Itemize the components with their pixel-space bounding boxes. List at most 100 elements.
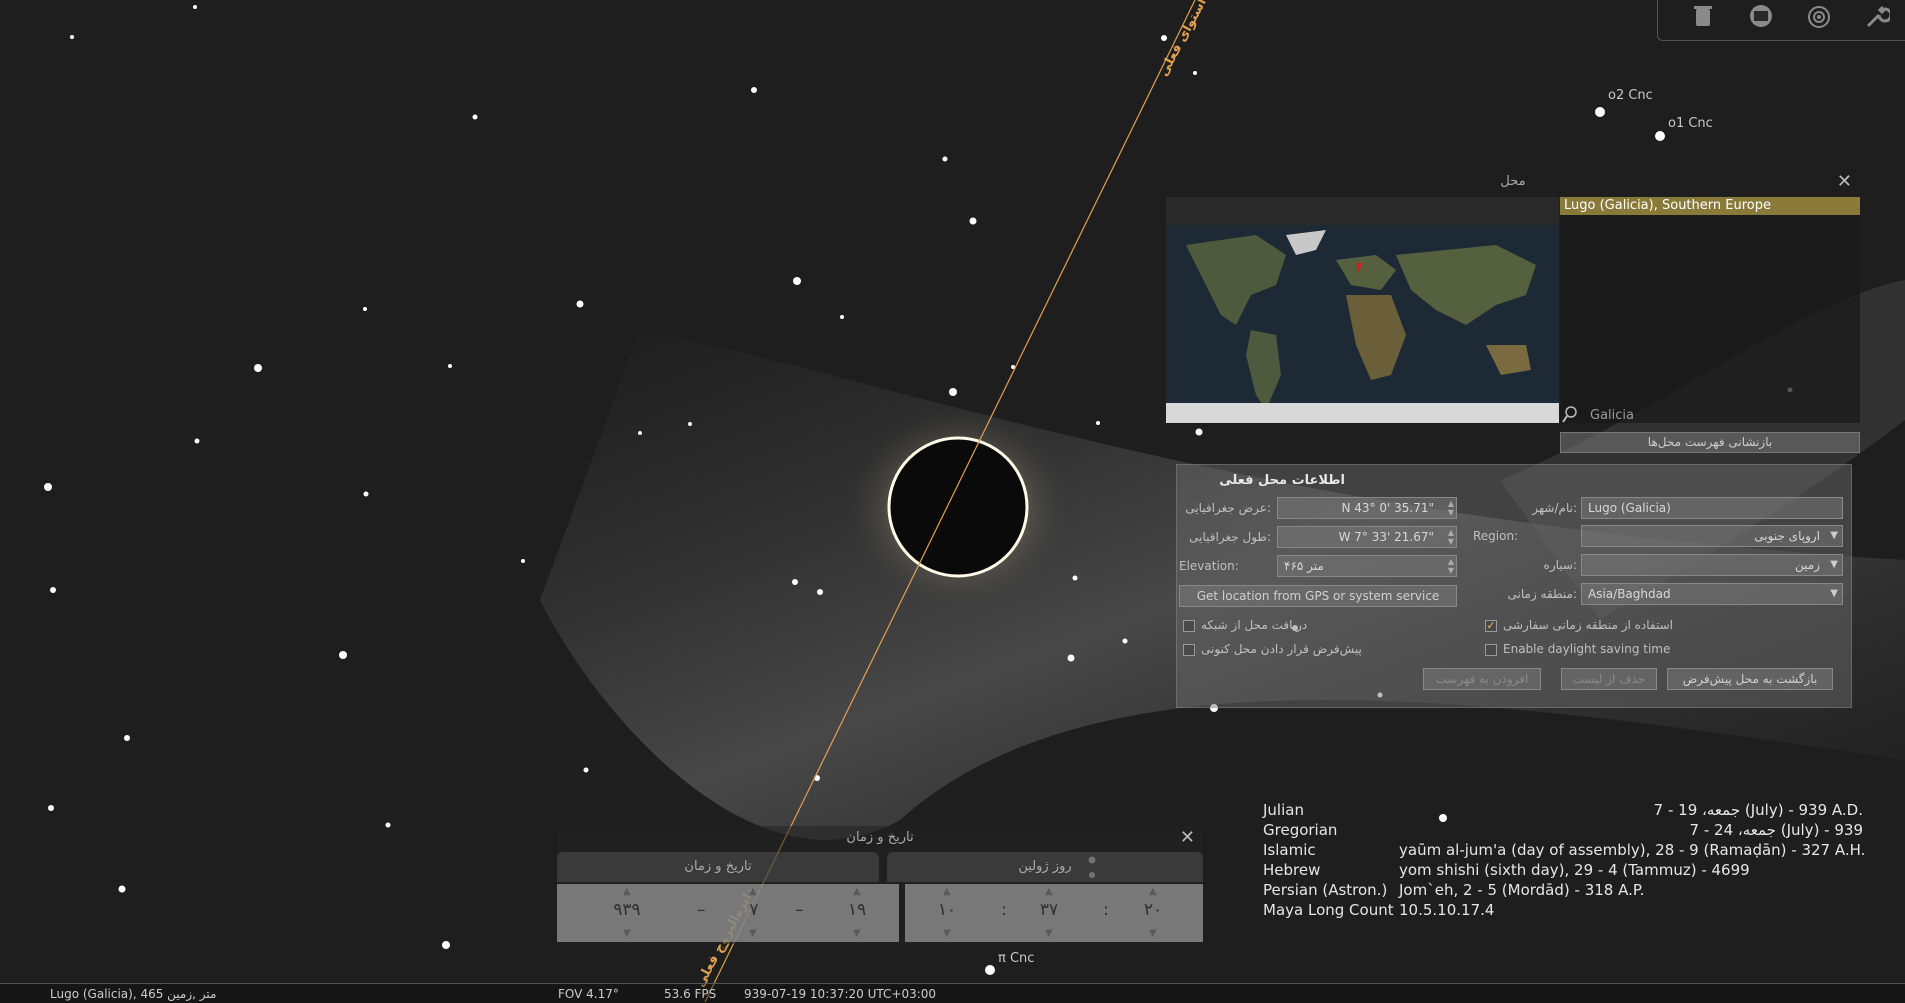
latitude-value: N 43° 0' 35.71" bbox=[1341, 501, 1435, 515]
location-list[interactable]: Lugo (Galicia), Southern Europe bbox=[1560, 197, 1860, 423]
screen-icon[interactable] bbox=[1746, 4, 1776, 34]
month-up-icon[interactable]: ▲ bbox=[749, 886, 757, 897]
tab-julian-day[interactable]: روز ژولین bbox=[887, 852, 1203, 882]
time-box: ▲ ۱۰ ▼ : ▲ ۳۷ ▼ : ▲ ۲۰ ▼ bbox=[905, 884, 1203, 942]
date-separator: – bbox=[795, 900, 804, 920]
calendar-value: 10.5.10.17.4 bbox=[1399, 901, 1495, 919]
reset-location-list-button[interactable]: بازنشانی فهرست محل‌ها bbox=[1560, 432, 1860, 453]
status-datetime: 939-07-19 10:37:20 UTC+03:00 bbox=[744, 987, 937, 1001]
name-value: Lugo (Galicia) bbox=[1588, 501, 1671, 515]
search-input[interactable]: Galicia bbox=[1590, 408, 1634, 423]
minute-value[interactable]: ۳۷ bbox=[1031, 900, 1067, 920]
second-value[interactable]: ۲۰ bbox=[1135, 900, 1171, 920]
minute-down-icon[interactable]: ▼ bbox=[1045, 928, 1053, 939]
day-up-icon[interactable]: ▲ bbox=[853, 886, 861, 897]
month-down-icon[interactable]: ▼ bbox=[749, 928, 757, 939]
calendar-name: Maya Long Count bbox=[1263, 901, 1394, 919]
close-icon[interactable]: ✕ bbox=[1180, 827, 1195, 849]
longitude-label: طول جغرافیایی: bbox=[1189, 530, 1271, 544]
calendar-value: جمعه، 19 - 7 (July) - 939 A.D. bbox=[1653, 801, 1863, 819]
return-default-location-button[interactable]: بازگشت به محل پیش‌فرض bbox=[1667, 668, 1833, 690]
year-up-icon[interactable]: ▲ bbox=[623, 886, 631, 897]
trash-icon[interactable] bbox=[1688, 4, 1718, 34]
minute-up-icon[interactable]: ▲ bbox=[1045, 886, 1053, 897]
chevron-down-icon: ▼ bbox=[1830, 588, 1838, 599]
top-toolbar bbox=[1657, 0, 1905, 41]
status-bar: Lugo (Galicia), 465 متر ,زمین FOV 4.17° … bbox=[0, 983, 1905, 1003]
elevation-field[interactable]: ۴۶۵ متر ▲ ▼ bbox=[1277, 555, 1457, 577]
status-fps: 53.6 FPS bbox=[664, 987, 717, 1001]
name-field[interactable]: Lugo (Galicia) bbox=[1581, 497, 1843, 519]
spinner-icon[interactable]: ▲ ▼ bbox=[1448, 557, 1454, 575]
planet-value: زمین bbox=[1795, 558, 1820, 572]
name-label: نام/شهر: bbox=[1532, 501, 1577, 515]
year-down-icon[interactable]: ▼ bbox=[623, 928, 631, 939]
calendar-name: Islamic bbox=[1263, 841, 1316, 859]
second-up-icon[interactable]: ▲ bbox=[1149, 886, 1157, 897]
elevation-label: Elevation: bbox=[1179, 559, 1239, 573]
custom-timezone-checkbox[interactable]: ✓ bbox=[1485, 620, 1497, 632]
eclipsed-sun bbox=[887, 436, 1029, 578]
longitude-value: W 7° 33' 21.67" bbox=[1338, 530, 1434, 544]
longitude-field[interactable]: W 7° 33' 21.67" ▲ ▼ bbox=[1277, 526, 1457, 548]
year-value[interactable]: ۹۳۹ bbox=[607, 900, 647, 920]
spinner-icon[interactable]: ▲ ▼ bbox=[1448, 499, 1454, 517]
calendar-name: Gregorian bbox=[1263, 821, 1338, 839]
location-window: محل ✕ Lugo (Galicia), Southern Europe Ga… bbox=[1166, 170, 1860, 710]
calendar-row-julian: Julian جمعه، 19 - 7 (July) - 939 A.D. bbox=[1263, 801, 1863, 821]
calendar-name: Persian (Astron.) bbox=[1263, 881, 1388, 899]
delete-from-list-button[interactable]: حذف از لیست bbox=[1561, 668, 1657, 690]
tab-date-time[interactable]: تاریخ و زمان bbox=[557, 852, 879, 882]
custom-timezone-label: استفاده از منطقه زمانی سفارشی bbox=[1503, 618, 1674, 632]
current-location-heading: اطلاعات محل فعلی bbox=[1219, 473, 1345, 488]
calendars-info: Julian جمعه، 19 - 7 (July) - 939 A.D. Gr… bbox=[1263, 801, 1865, 921]
target-icon[interactable] bbox=[1804, 4, 1834, 34]
daylight-saving-label: Enable daylight saving time bbox=[1503, 642, 1671, 656]
calendar-row-islamic: Islamic yaūm al-jum'a (day of assembly),… bbox=[1263, 841, 1865, 861]
region-select[interactable]: اروپای جنوبی ▼ bbox=[1581, 525, 1843, 547]
hour-value[interactable]: ۱۰ bbox=[929, 900, 965, 920]
month-value[interactable]: ۷ bbox=[737, 900, 771, 920]
planet-label: سیاره: bbox=[1543, 558, 1577, 572]
spinner-icon[interactable]: ▲ ▼ bbox=[1448, 528, 1454, 546]
date-separator: – bbox=[697, 900, 706, 920]
add-to-list-button[interactable]: افزودن به فهرست bbox=[1423, 668, 1541, 690]
location-window-title: محل bbox=[1500, 174, 1526, 189]
latitude-field[interactable]: N 43° 0' 35.71" ▲ ▼ bbox=[1277, 497, 1457, 519]
hour-down-icon[interactable]: ▼ bbox=[943, 928, 951, 939]
close-icon[interactable]: ✕ bbox=[1837, 171, 1852, 193]
star-label-o2-cnc: o2 Cnc bbox=[1608, 88, 1653, 103]
hour-up-icon[interactable]: ▲ bbox=[943, 886, 951, 897]
time-separator: : bbox=[1103, 900, 1109, 920]
calendar-row-gregorian: Gregorian جمعه، 24 - 7 (July) - 939 bbox=[1263, 821, 1863, 841]
calendar-row-hebrew: Hebrew yom shishi (sixth day), 29 - 4 (T… bbox=[1263, 861, 1863, 881]
datetime-window-title: تاریخ و زمان bbox=[846, 830, 914, 845]
network-location-checkbox[interactable] bbox=[1183, 620, 1195, 632]
star-label-o1-cnc: o1 Cnc bbox=[1668, 116, 1713, 131]
default-location-checkbox[interactable] bbox=[1183, 644, 1195, 656]
second-down-icon[interactable]: ▼ bbox=[1149, 928, 1157, 939]
location-search: Galicia bbox=[1560, 406, 1860, 428]
wrench-icon[interactable] bbox=[1862, 4, 1893, 34]
status-fov: FOV 4.17° bbox=[558, 987, 619, 1001]
calendar-value: Jom`eh, 2 - 5 (Mordād) - 318 A.P. bbox=[1399, 881, 1645, 899]
daylight-saving-checkbox[interactable] bbox=[1485, 644, 1497, 656]
calendar-name: Julian bbox=[1263, 801, 1304, 819]
default-location-label: پیش‌فرض قرار دادن محل کنونی bbox=[1201, 642, 1362, 656]
datetime-window: تاریخ و زمان ✕ تاریخ و زمان روز ژولین ▲ … bbox=[557, 826, 1203, 944]
get-gps-location-button[interactable]: Get location from GPS or system service bbox=[1179, 585, 1457, 607]
network-location-label: دریافت محل از شبکه bbox=[1201, 618, 1308, 632]
time-separator: : bbox=[1001, 900, 1007, 920]
calendar-name: Hebrew bbox=[1263, 861, 1321, 879]
world-map[interactable] bbox=[1166, 225, 1559, 423]
chevron-down-icon: ▼ bbox=[1830, 559, 1838, 570]
calendar-value: yom shishi (sixth day), 29 - 4 (Tammuz) … bbox=[1399, 861, 1750, 879]
calendar-value: جمعه، 24 - 7 (July) - 939 bbox=[1689, 821, 1863, 839]
timezone-label: منطقه زمانی: bbox=[1507, 587, 1577, 601]
timezone-select[interactable]: Asia/Baghdad ▼ bbox=[1581, 583, 1843, 605]
day-down-icon[interactable]: ▼ bbox=[853, 928, 861, 939]
location-list-item-selected[interactable]: Lugo (Galicia), Southern Europe bbox=[1560, 197, 1860, 215]
day-value[interactable]: ۱۹ bbox=[839, 900, 875, 920]
planet-select[interactable]: زمین ▼ bbox=[1581, 554, 1843, 576]
latitude-label: عرض جغرافیایی: bbox=[1185, 501, 1271, 515]
